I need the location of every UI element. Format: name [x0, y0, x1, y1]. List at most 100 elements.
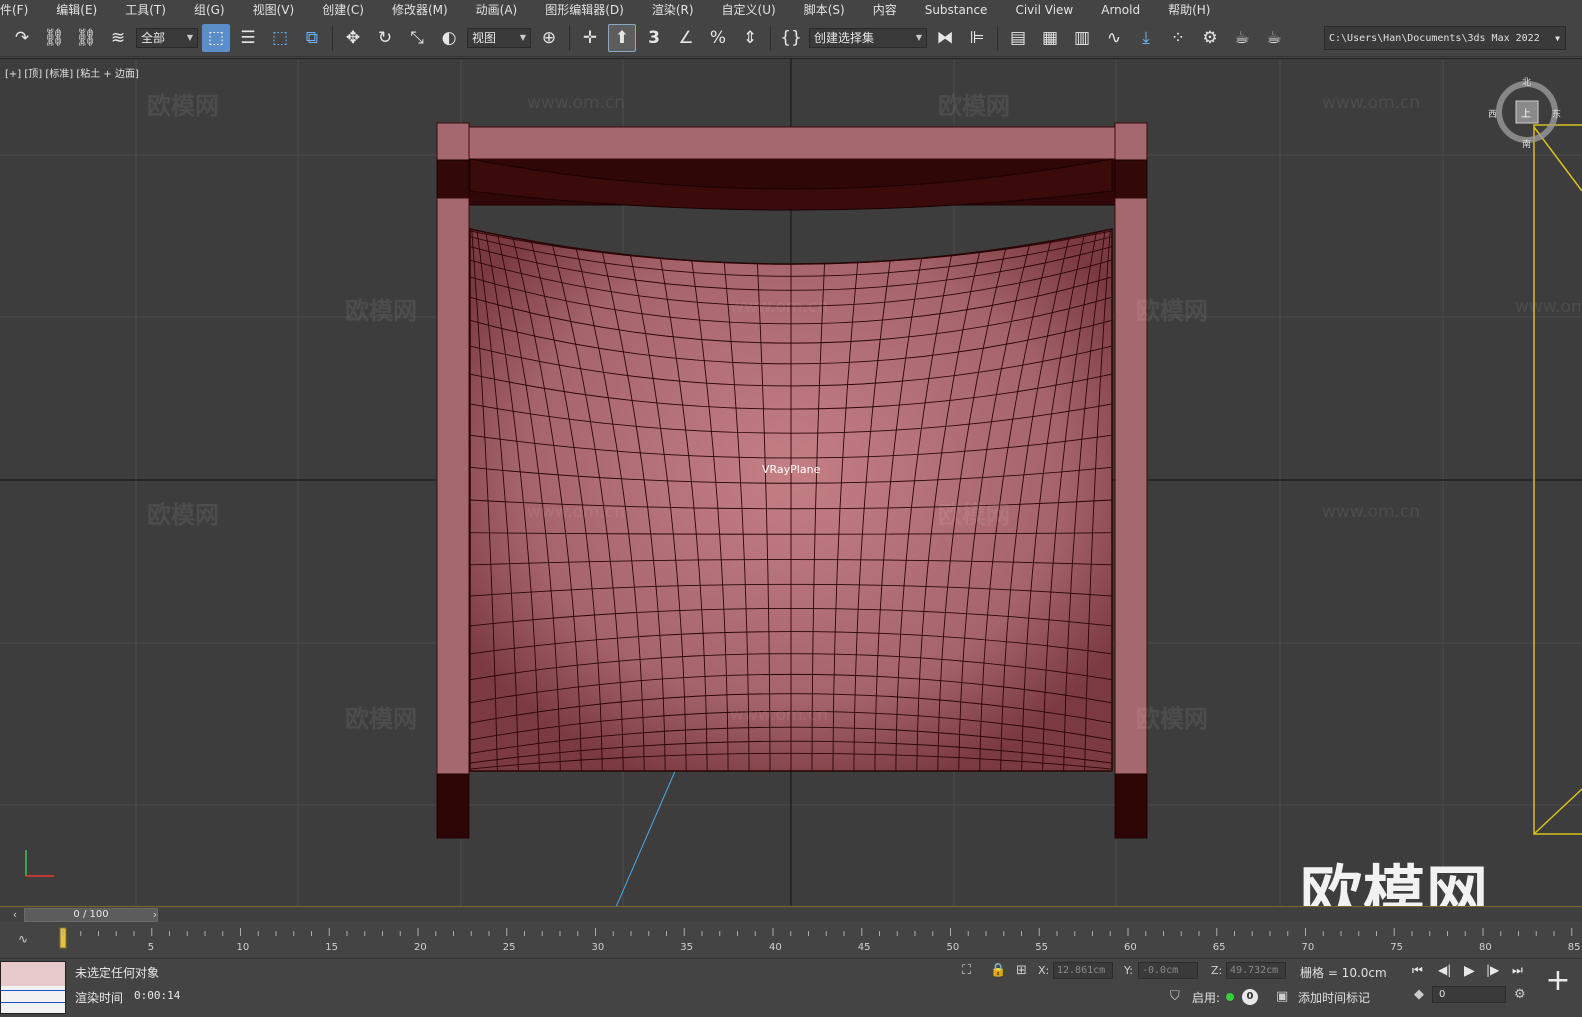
scale-icon[interactable]: ⤡: [403, 24, 431, 52]
leg-bottom-left: [436, 773, 470, 839]
curve-editor-icon[interactable]: ∿: [1100, 24, 1128, 52]
watermark-url: www.om.cn: [730, 705, 829, 725]
menu-item-9[interactable]: 渲染(R): [652, 1, 694, 18]
add-time-tag[interactable]: 添加时间标记: [1298, 989, 1370, 1006]
viewcube-north[interactable]: 北: [1522, 75, 1531, 88]
go-to-end-icon[interactable]: ⏭: [1512, 963, 1523, 978]
window-crossing-icon[interactable]: ⧉: [298, 24, 326, 52]
percent-snap-icon[interactable]: %: [704, 24, 732, 52]
edit-named-selection-icon[interactable]: {}: [777, 24, 805, 52]
angle-snap-icon[interactable]: ∠: [672, 24, 700, 52]
time-slider-thumb[interactable]: 0 / 100: [24, 908, 158, 922]
menu-item-0[interactable]: 文件(F): [0, 1, 28, 18]
mirror-icon[interactable]: ⧓: [931, 24, 959, 52]
menu-item-5[interactable]: 创建(C): [322, 1, 364, 18]
menu-item-2[interactable]: 工具(T): [125, 1, 166, 18]
menu-item-6[interactable]: 修改器(M): [392, 1, 448, 18]
previous-frame-icon[interactable]: ◀|: [1438, 963, 1451, 977]
selection-lock-icon[interactable]: 🔒: [990, 963, 1006, 978]
select-object-icon[interactable]: ⬚: [202, 23, 230, 52]
viewcube-south[interactable]: 南: [1522, 137, 1531, 150]
spinner-snap-icon[interactable]: ⇕: [736, 24, 764, 52]
enable-status-icon[interactable]: [1226, 993, 1234, 1001]
menu-item-13[interactable]: Substance: [925, 3, 988, 17]
z-coord-field[interactable]: 49.732cm: [1226, 962, 1286, 979]
watermark-url: www.om.cn: [1322, 502, 1421, 522]
toggle-ribbon-icon[interactable]: ▦: [1036, 24, 1064, 52]
menu-item-4[interactable]: 视图(V): [253, 1, 295, 18]
track-bar[interactable]: ∿ 5 10 15 20 25 30 35 40 45 50 55 60 65 70 75 80 85: [0, 922, 1582, 958]
menu-item-11[interactable]: 脚本(S): [804, 1, 845, 18]
menu-item-16[interactable]: 帮助(H): [1168, 1, 1210, 18]
scene-explorer-icon[interactable]: ▥: [1068, 24, 1096, 52]
time-tag-icon[interactable]: ▣: [1276, 989, 1288, 1004]
watermark: 欧模网: [1136, 297, 1208, 325]
watermark: 欧模网: [1136, 705, 1208, 733]
viewcube-east[interactable]: 东: [1552, 107, 1561, 120]
viewcube[interactable]: 北 南 东 西 上: [1488, 78, 1561, 150]
menu-item-12[interactable]: 内容: [873, 1, 897, 18]
snaps-toggle-icon[interactable]: 3: [640, 24, 668, 52]
render-production-icon[interactable]: ☕: [1260, 24, 1288, 52]
rendered-frame-icon[interactable]: ☕: [1228, 24, 1256, 52]
menu-item-10[interactable]: 自定义(U): [722, 1, 776, 18]
timeline-tick-label: 60: [1124, 942, 1137, 953]
absolute-mode-icon[interactable]: ⊞: [1016, 963, 1027, 978]
logo-watermark: 欧模网: [1300, 858, 1490, 906]
link-icon[interactable]: ⛓: [40, 24, 68, 52]
axis-tripod: [25, 850, 54, 877]
viewport-navigation-plus-icon[interactable]: +: [1541, 965, 1575, 999]
select-manipulate-icon[interactable]: ✛: [576, 24, 604, 52]
rectangular-selection-icon[interactable]: ⬚: [266, 24, 294, 52]
isolate-selection-icon[interactable]: ⛶: [962, 963, 971, 978]
go-to-start-icon[interactable]: ⏮: [1412, 963, 1423, 978]
selection-filter-dropdown[interactable]: 全部 ▼: [136, 27, 198, 48]
menu-item-3[interactable]: 组(G): [194, 1, 225, 18]
menu-item-15[interactable]: Arnold: [1101, 3, 1140, 17]
key-mode-icon[interactable]: ◆: [1414, 987, 1424, 1002]
rotate-icon[interactable]: ↻: [371, 24, 399, 52]
pivot-center-icon[interactable]: ⊕: [535, 24, 563, 52]
keyboard-shortcut-override-icon[interactable]: ⬆: [608, 23, 636, 52]
project-path-dropdown[interactable]: C:\Users\Han\Documents\3ds Max 2022 ▼: [1324, 26, 1566, 50]
menu-item-7[interactable]: 动画(A): [476, 1, 518, 18]
menu-item-1[interactable]: 编辑(E): [56, 1, 97, 18]
unlink-icon[interactable]: ⛓: [72, 24, 100, 52]
menu-item-8[interactable]: 图形编辑器(D): [545, 1, 624, 18]
render-setup-icon[interactable]: ⚙: [1196, 24, 1224, 52]
select-by-name-icon[interactable]: ☰: [234, 24, 262, 52]
viewcube-face-top[interactable]: 上: [1521, 105, 1531, 120]
time-configuration-icon[interactable]: ⚙: [1514, 987, 1526, 1002]
timeline-tick-label: 10: [237, 942, 250, 953]
enable-count-badge[interactable]: 0: [1242, 989, 1258, 1005]
redo-icon[interactable]: ↷: [8, 24, 36, 52]
layer-explorer-icon[interactable]: ▤: [1004, 24, 1032, 52]
time-slider-prev-icon[interactable]: ‹: [8, 908, 22, 922]
align-icon[interactable]: ⊫: [963, 24, 991, 52]
x-coord-field[interactable]: 12.861cm: [1053, 962, 1113, 979]
grid-size: 栅格 = 10.0cm: [1300, 966, 1387, 980]
move-icon[interactable]: ✥: [339, 24, 367, 52]
y-coord-field[interactable]: -0.0cm: [1138, 962, 1198, 979]
bind-space-warp-icon[interactable]: ≋: [104, 24, 132, 52]
viewport-label[interactable]: [+] [顶] [标准] [粘土 + 边面]: [5, 65, 139, 80]
current-frame-field[interactable]: 0: [1432, 986, 1506, 1003]
top-viewport[interactable]: [+] [顶] [标准] [粘土 + 边面] 欧模网 www.om.cn 欧模网…: [0, 58, 1582, 906]
timeline-tick-label: 70: [1302, 942, 1315, 953]
watermark-url: www.om.cn: [1322, 93, 1421, 113]
named-selection-dropdown[interactable]: 创建选择集 ▼: [809, 27, 927, 48]
snap-value: 3: [648, 27, 660, 48]
menu-item-14[interactable]: Civil View: [1015, 3, 1073, 17]
adaptive-degradation-icon[interactable]: ⛉: [1170, 989, 1180, 1004]
time-slider[interactable]: ‹ 0 / 100 ›: [0, 906, 1582, 922]
place-icon[interactable]: ◐: [435, 24, 463, 52]
timeline-tick-label: 35: [680, 942, 693, 953]
maxscript-mini-listener[interactable]: [0, 961, 66, 1014]
reference-coord-dropdown[interactable]: 视图 ▼: [467, 27, 531, 48]
next-frame-icon[interactable]: |▶: [1486, 963, 1499, 977]
play-icon[interactable]: ▶: [1464, 963, 1475, 979]
schematic-view-icon[interactable]: ⤓: [1132, 24, 1160, 52]
viewcube-west[interactable]: 西: [1488, 107, 1497, 120]
time-slider-next-icon[interactable]: ›: [148, 908, 162, 922]
material-editor-icon[interactable]: ⁘: [1164, 24, 1192, 52]
